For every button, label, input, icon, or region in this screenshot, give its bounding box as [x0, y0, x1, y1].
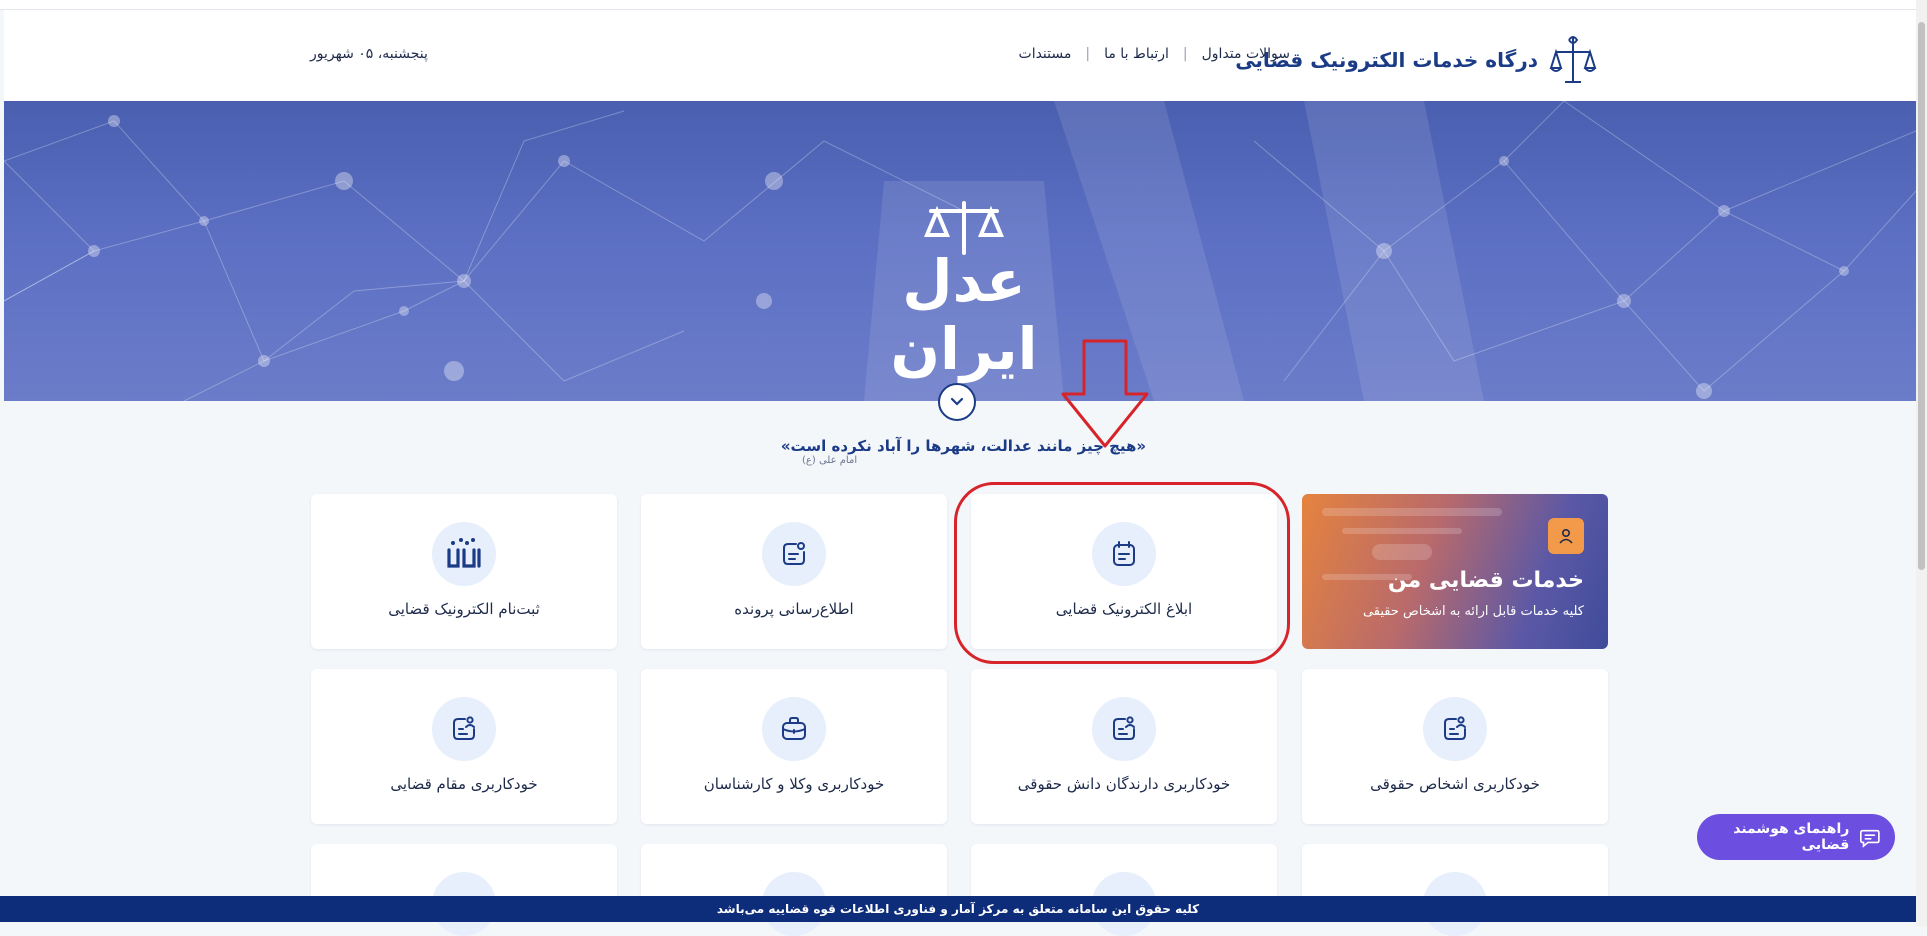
smart-assistant-button[interactable]: راهنمای هوشمند قضایی: [1697, 814, 1895, 860]
chevron-down-icon: [950, 397, 964, 406]
service-card-judicial-authority[interactable]: خودکاربری مقام قضایی: [311, 669, 617, 824]
hero-banner: عدل ایران: [4, 101, 1916, 401]
service-card-legal-entities[interactable]: خودکاربری اشخاص حقوقی: [1302, 669, 1608, 824]
user-icon: [1559, 528, 1573, 544]
browser-top-strip: [0, 0, 1927, 10]
service-card-label: اطلاع‌رسانی پرونده: [734, 600, 854, 618]
user-doc-icon: [1423, 697, 1487, 761]
registration-icon: [432, 522, 496, 586]
copyright-footer: کلیه حقوق این سامانه متعلق به مرکز آمار …: [0, 896, 1916, 922]
nav-faq[interactable]: سوالات متداول: [1202, 46, 1290, 62]
service-card-label: خودکاربری دارندگان دانش حقوقی: [1017, 775, 1231, 793]
hero-logo-text: عدل ایران: [890, 247, 1038, 383]
justice-quote: «هیچ چیز مانند عدالت، شهرها را آباد نکرد…: [780, 437, 1147, 455]
service-card-partial[interactable]: [1302, 844, 1608, 936]
service-card-lawyers-experts[interactable]: خودکاربری وکلا و کارشناسان: [641, 669, 947, 824]
hero-logo: عدل ایران: [859, 197, 1069, 383]
service-card-case-notification[interactable]: اطلاع‌رسانی پرونده: [641, 494, 947, 649]
nav-contact[interactable]: ارتباط با ما: [1104, 46, 1169, 62]
nav-separator: |: [1085, 46, 1091, 62]
service-card-partial[interactable]: [641, 844, 947, 936]
nav-docs[interactable]: مستندات: [1019, 46, 1072, 62]
header-nav: سوالات متداول | ارتباط با ما | مستندات: [1019, 46, 1290, 62]
judiciary-emblem-icon: [1549, 36, 1597, 83]
site-header: درگاه خدمات الکترونیک قضایی سوالات متداو…: [4, 10, 1916, 101]
service-card-label: خودکاربری مقام قضایی: [390, 775, 538, 793]
service-card-label: ثبت‌نام الکترونیک قضایی: [388, 600, 540, 618]
user-badge: [1548, 518, 1584, 554]
my-judicial-services-card[interactable]: خدمات قضایی من کلیه خدمات قابل ارائه به …: [1302, 494, 1608, 649]
user-doc-icon: [1092, 697, 1156, 761]
service-card-partial[interactable]: [311, 844, 617, 936]
current-date: پنجشنبه، ۰۵ شهریور: [310, 46, 428, 62]
scrollbar-thumb[interactable]: [1918, 22, 1925, 570]
feature-subtitle: کلیه خدمات قابل ارائه به اشخاص حقیقی: [1362, 604, 1584, 619]
service-card-legal-knowledge-holders[interactable]: خودکاربری دارندگان دانش حقوقی: [971, 669, 1277, 824]
service-card-partial[interactable]: [971, 844, 1277, 936]
scroll-down-button[interactable]: [938, 383, 976, 421]
quote-author: امام علی (ع): [802, 455, 858, 466]
chat-bubble-icon: [1860, 829, 1881, 848]
user-doc-icon: [432, 697, 496, 761]
page-scrollbar[interactable]: [1916, 0, 1927, 926]
feature-title: خدمات قضایی من: [1387, 568, 1584, 593]
nav-separator: |: [1182, 46, 1188, 62]
assistant-label: راهنمای هوشمند قضایی: [1733, 821, 1850, 853]
annotation-arrow-icon: [1061, 339, 1149, 448]
service-card-label: خودکاربری اشخاص حقوقی: [1370, 775, 1540, 793]
service-card-electronic-registration[interactable]: ثبت‌نام الکترونیک قضایی: [311, 494, 617, 649]
briefcase-icon: [762, 697, 826, 761]
notification-doc-icon: [762, 522, 826, 586]
annotation-highlight-circle: [954, 482, 1290, 664]
service-card-label: خودکاربری وکلا و کارشناسان: [703, 775, 885, 793]
